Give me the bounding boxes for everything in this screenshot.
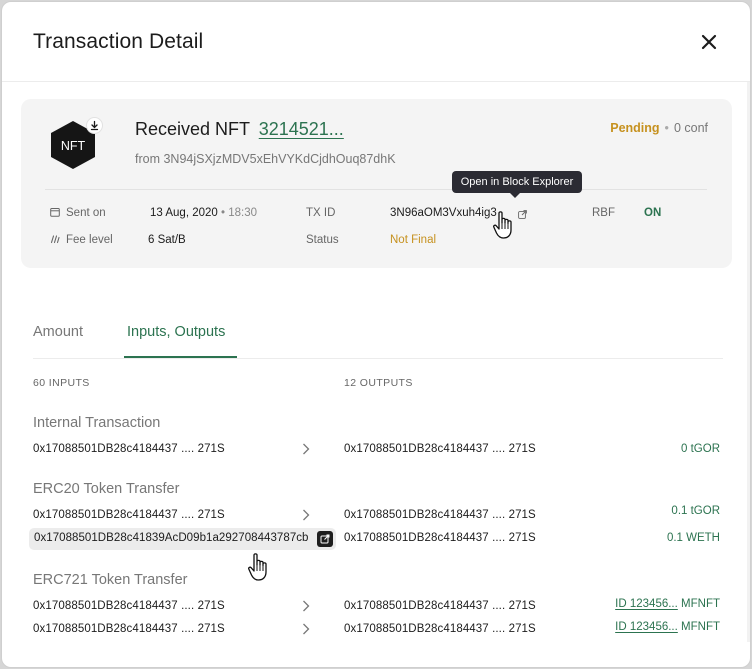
modal-title: Transaction Detail: [33, 30, 204, 53]
sent-on-label: Sent on: [50, 207, 106, 219]
output-amount: 0 tGOR: [681, 443, 720, 455]
section-title-erc721: ERC721 Token Transfer: [33, 572, 188, 588]
fee-icon: [50, 235, 60, 244]
open-explorer-button[interactable]: [317, 531, 333, 547]
hand-pointer-icon: [493, 211, 512, 239]
svg-text:NFT: NFT: [61, 139, 86, 153]
tabs-divider: [33, 358, 723, 359]
sent-on-value: 13 Aug, 2020 • 18:30: [150, 207, 258, 219]
input-address-hovered[interactable]: 0x17088501DB28c41839AcD09b1a292708443787…: [29, 528, 336, 550]
scrollbar[interactable]: [747, 82, 750, 642]
confirmations-count: 0 conf: [673, 121, 708, 135]
input-address[interactable]: 0x17088501DB28c4184437 .... 271S: [33, 623, 225, 635]
section-title-internal: Internal Transaction: [33, 415, 161, 431]
token-unit: MFNFT: [681, 621, 720, 633]
output-amount: ID 123456... MFNFT: [615, 598, 720, 610]
output-address[interactable]: 0x17088501DB28c4184437 .... 271S: [344, 532, 536, 544]
input-address[interactable]: 0x17088501DB28c4184437 .... 271S: [33, 443, 225, 455]
output-address[interactable]: 0x17088501DB28c4184437 .... 271S: [344, 509, 536, 521]
transaction-type: Received NFT: [135, 119, 250, 139]
transaction-detail-modal: Transaction Detail NFT Received NFT 3214…: [1, 1, 751, 668]
rbf-label: RBF: [592, 207, 615, 219]
download-icon: [90, 120, 99, 131]
close-icon: [701, 34, 717, 50]
token-id-link[interactable]: ID 123456...: [615, 621, 678, 633]
transaction-summary-card: NFT Received NFT 3214521... from 3N94jSX…: [21, 99, 732, 268]
tab-amount[interactable]: Amount: [33, 324, 83, 359]
section-title-erc20: ERC20 Token Transfer: [33, 481, 180, 497]
txid-value[interactable]: 3N96aOM3Vxuh4ig3: [390, 207, 497, 219]
inputs-column-header: 60 INPUTS: [33, 377, 90, 389]
fee-level-value: 6 Sat/B: [148, 234, 186, 246]
token-unit: MFNFT: [681, 598, 720, 610]
chevron-right-icon: [303, 600, 310, 612]
token-id-link[interactable]: ID 123456...: [615, 598, 678, 610]
output-amount: ID 123456... MFNFT: [615, 621, 720, 633]
chevron-right-icon: [303, 623, 310, 635]
tab-inputs-outputs[interactable]: Inputs, Outputs: [127, 324, 225, 359]
input-address[interactable]: 0x17088501DB28c4184437 .... 271S: [33, 600, 225, 612]
hand-pointer-icon: [248, 553, 267, 581]
transaction-title: Received NFT 3214521...: [135, 119, 344, 140]
transaction-state: Pending • 0 conf: [610, 121, 708, 135]
txid-label: TX ID: [306, 207, 336, 219]
external-link-icon: [320, 534, 330, 544]
input-address[interactable]: 0x17088501DB28c4184437 .... 271S: [33, 509, 225, 521]
status-badge: Pending: [610, 121, 660, 135]
sender-address: from 3N94jSXjzMDV5xEhVYKdCjdhOuq87dhK: [135, 152, 396, 166]
close-button[interactable]: [699, 32, 719, 52]
fee-level-label: Fee level: [50, 234, 113, 246]
modal-header: Transaction Detail: [2, 2, 750, 82]
outputs-column-header: 12 OUTPUTS: [344, 377, 413, 389]
chevron-right-icon: [303, 443, 310, 455]
input-address-full: 0x17088501DB28c41839AcD09b1a292708443787…: [34, 532, 309, 544]
status-value: Not Final: [390, 234, 437, 246]
output-amount: 0.1 tGOR: [671, 505, 720, 517]
download-badge: [86, 117, 103, 134]
output-address[interactable]: 0x17088501DB28c4184437 .... 271S: [344, 623, 536, 635]
status-label: Status: [306, 234, 339, 246]
rbf-value: ON: [644, 207, 662, 219]
output-address[interactable]: 0x17088501DB28c4184437 .... 271S: [344, 600, 536, 612]
card-divider: [45, 189, 707, 190]
nft-id-link[interactable]: 3214521...: [259, 119, 344, 139]
output-address[interactable]: 0x17088501DB28c4184437 .... 271S: [344, 443, 536, 455]
block-explorer-tooltip: Open in Block Explorer: [452, 171, 582, 198]
calendar-icon: [50, 208, 60, 217]
output-amount: 0.1 WETH: [666, 532, 720, 544]
chevron-right-icon: [303, 509, 310, 521]
